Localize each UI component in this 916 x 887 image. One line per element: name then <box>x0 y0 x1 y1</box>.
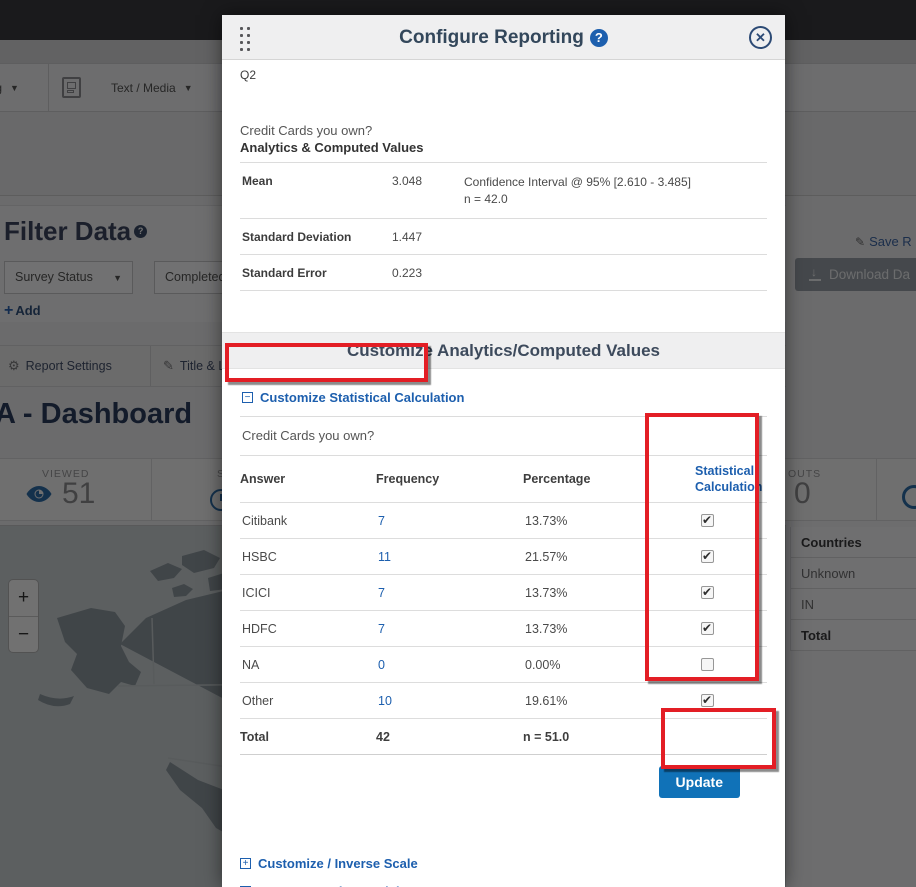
answer-cell: ICICI <box>240 586 376 600</box>
answer-cell: HSBC <box>240 550 376 564</box>
answer-cell: Citibank <box>240 514 376 528</box>
collapsed-section-link[interactable]: + Customize / Inverse Scale <box>240 856 767 871</box>
collapsed-sections: + Customize / Inverse Scale + Custom Sco… <box>240 856 767 887</box>
analytics-row-value: 3.048 <box>392 174 464 208</box>
customize-statistical-calculation-label: Customize Statistical Calculation <box>260 390 464 405</box>
expand-plus-icon: + <box>240 858 251 869</box>
analytics-row-label: Standard Deviation <box>242 230 392 244</box>
analytics-row-note <box>464 266 767 280</box>
close-icon[interactable]: ✕ <box>749 26 772 49</box>
help-icon[interactable]: ? <box>590 29 608 47</box>
answer-cell: NA <box>240 658 376 672</box>
col-answer: Answer <box>240 472 376 486</box>
analytics-row: Standard Error 0.223 <box>240 255 767 291</box>
frequency-link[interactable]: 7 <box>376 622 523 636</box>
analytics-rows: Mean 3.048 Confidence Interval @ 95% [2.… <box>240 163 767 291</box>
col-frequency: Frequency <box>376 472 523 486</box>
frequency-link[interactable]: 0 <box>376 658 523 672</box>
collapse-minus-icon: − <box>242 392 253 403</box>
analytics-row: Mean 3.048 Confidence Interval @ 95% [2.… <box>240 163 767 219</box>
analytics-row-note: Confidence Interval @ 95% [2.610 - 3.485… <box>464 174 767 208</box>
annotation-box-statistical-link <box>225 343 428 382</box>
analytics-row-value: 0.223 <box>392 266 464 280</box>
total-percentage: n = 51.0 <box>523 730 673 744</box>
total-label: Total <box>240 730 376 744</box>
screenshot-stage: ing ▼ Text / Media ▼ Report Link https:/… <box>0 0 916 887</box>
modal-title: Configure Reporting? <box>222 15 785 60</box>
annotation-box-update-button <box>661 708 776 769</box>
percentage-cell: 19.61% <box>523 694 673 708</box>
frequency-link[interactable]: 10 <box>376 694 523 708</box>
answer-cell: Other <box>240 694 376 708</box>
annotation-box-checkbox-column <box>645 413 759 681</box>
update-row: Update <box>240 766 767 798</box>
update-button[interactable]: Update <box>659 766 740 798</box>
statistical-calculation-checkbox[interactable] <box>701 694 714 707</box>
analytics-row-note <box>464 230 767 244</box>
analytics-row: Standard Deviation 1.447 <box>240 219 767 255</box>
analytics-heading: Analytics & Computed Values <box>240 140 767 163</box>
frequency-link[interactable]: 11 <box>376 550 523 564</box>
analytics-row-label: Standard Error <box>242 266 392 280</box>
answer-cell: HDFC <box>240 622 376 636</box>
analytics-row-label: Mean <box>242 174 392 208</box>
collapsed-section-label: Customize / Inverse Scale <box>258 856 418 871</box>
modal-header: Configure Reporting? ✕ <box>222 15 785 60</box>
frequency-link[interactable]: 7 <box>376 586 523 600</box>
question-code: Q2 <box>240 60 767 82</box>
frequency-link[interactable]: 7 <box>376 514 523 528</box>
total-frequency: 42 <box>376 730 523 744</box>
question-text: Credit Cards you own? <box>240 123 767 138</box>
analytics-row-value: 1.447 <box>392 230 464 244</box>
